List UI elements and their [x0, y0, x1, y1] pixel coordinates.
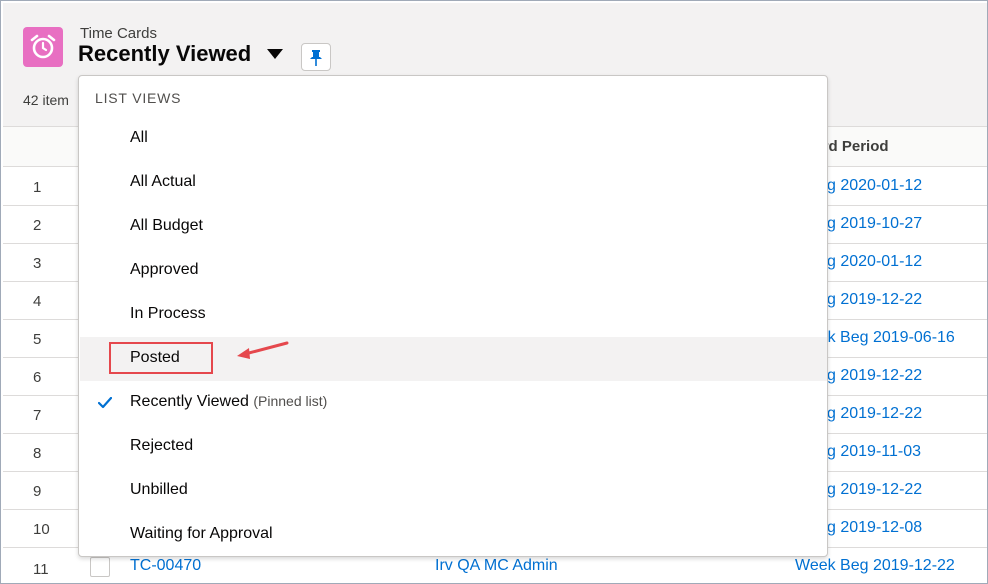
list-view-option-all[interactable]: All	[80, 117, 827, 161]
list-view-option-in-process[interactable]: In Process	[80, 293, 827, 337]
app-frame: Time Cards Recently Viewed 42 item e Car…	[0, 0, 988, 584]
annotation-highlight-box	[109, 342, 213, 374]
option-label: Approved	[130, 261, 199, 278]
row-number: 7	[33, 407, 42, 424]
option-label: Unbilled	[130, 481, 188, 498]
list-view-option-all-actual[interactable]: All Actual	[80, 161, 827, 205]
list-view-option-waiting-for-approval[interactable]: Waiting for Approval	[80, 513, 827, 557]
list-view-title[interactable]: Recently Viewed	[78, 41, 251, 67]
alarm-clock-icon	[23, 27, 63, 67]
row-number: 4	[33, 293, 42, 310]
period-link[interactable]: Week Beg 2019-12-22	[795, 557, 955, 575]
row-number: 9	[33, 483, 42, 500]
row-number: 3	[33, 255, 42, 272]
pin-button[interactable]	[301, 43, 331, 71]
option-label: All Budget	[130, 217, 203, 234]
list-view-option-unbilled[interactable]: Unbilled	[80, 469, 827, 513]
row-checkbox[interactable]	[90, 557, 110, 577]
checkmark-icon	[98, 397, 112, 409]
annotation-arrow-icon	[237, 341, 289, 359]
row-number: 5	[33, 331, 42, 348]
row-number: 2	[33, 217, 42, 234]
row-number: 10	[33, 521, 50, 538]
option-label: Waiting for Approval	[130, 525, 273, 542]
option-label: Rejected	[130, 437, 194, 454]
row-number: 6	[33, 369, 42, 386]
pinned-list-note: (Pinned list)	[253, 393, 328, 409]
list-view-option-approved[interactable]: Approved	[80, 249, 827, 293]
pin-icon	[310, 50, 322, 66]
time-card-name-link[interactable]: TC-00470	[130, 557, 201, 575]
row-number: 1	[33, 179, 42, 196]
list-views-dropdown: LIST VIEWS All All Actual All Budget App…	[78, 75, 828, 557]
list-view-option-recently-viewed[interactable]: Recently Viewed (Pinned list)	[80, 381, 827, 425]
option-label: All Actual	[130, 173, 196, 190]
dropdown-heading: LIST VIEWS	[95, 90, 182, 106]
option-label: In Process	[130, 305, 206, 322]
row-number: 11	[33, 561, 49, 578]
option-label: All	[130, 129, 148, 146]
item-count: 42 item	[23, 92, 69, 108]
option-label: Recently Viewed (Pinned list)	[130, 393, 327, 411]
option-label-text: Recently Viewed	[130, 393, 249, 410]
object-label: Time Cards	[80, 25, 157, 42]
list-view-option-rejected[interactable]: Rejected	[80, 425, 827, 469]
caret-down-icon[interactable]	[267, 49, 283, 59]
row-number: 8	[33, 445, 42, 462]
owner-link[interactable]: Irv QA MC Admin	[435, 557, 558, 575]
list-view-option-all-budget[interactable]: All Budget	[80, 205, 827, 249]
